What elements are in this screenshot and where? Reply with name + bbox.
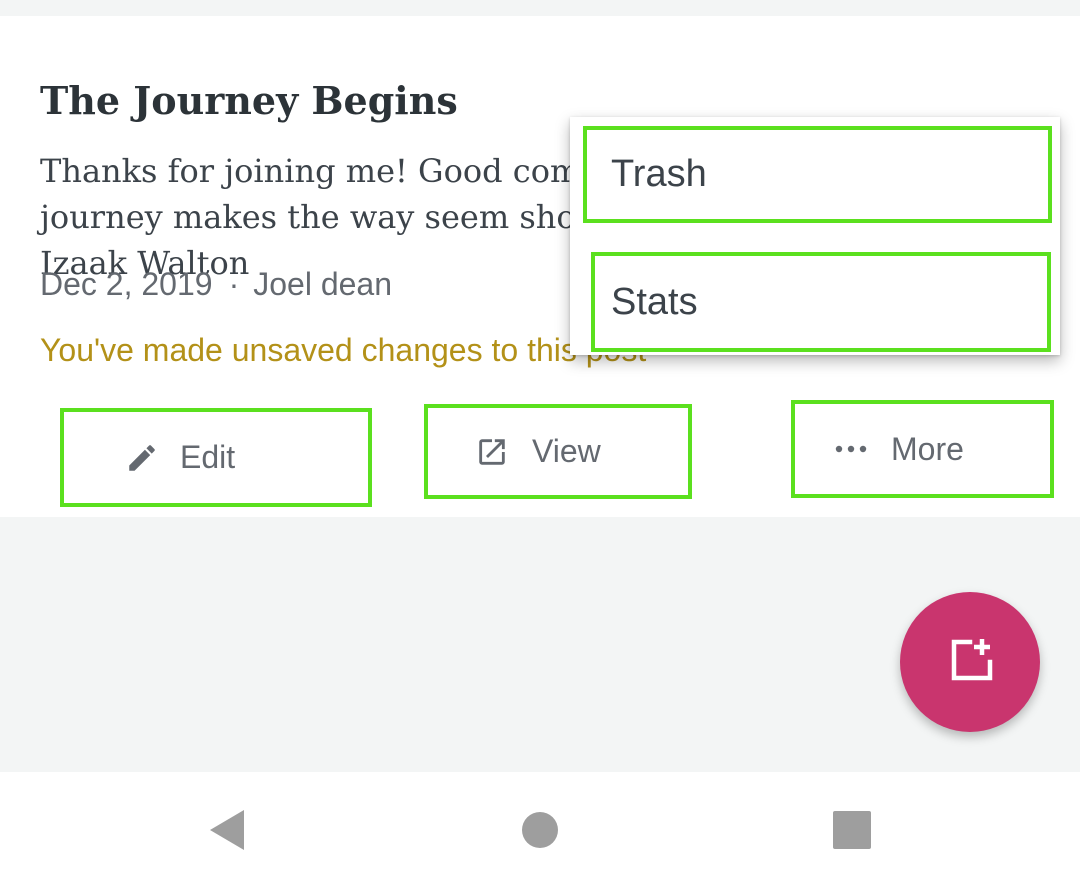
ellipsis-icon xyxy=(833,444,869,454)
more-button-label: More xyxy=(891,430,964,467)
recents-button[interactable] xyxy=(812,792,892,872)
menu-item-stats[interactable]: Stats xyxy=(591,252,1051,352)
pencil-icon xyxy=(124,441,160,475)
edit-button-label: Edit xyxy=(180,439,236,475)
new-post-fab[interactable] xyxy=(900,592,1040,732)
home-circle-icon xyxy=(520,810,560,855)
post-date: Dec 2, 2019 xyxy=(40,266,213,302)
post-meta: Dec 2, 2019 · Joel dean xyxy=(40,264,392,304)
menu-item-trash[interactable]: Trash xyxy=(583,126,1052,223)
recents-square-icon xyxy=(833,810,871,854)
more-options-menu: Trash Stats xyxy=(570,117,1060,355)
home-button[interactable] xyxy=(500,792,580,872)
back-button[interactable] xyxy=(188,792,268,872)
unsaved-changes-notice: You've made unsaved changes to this post xyxy=(40,332,647,368)
new-post-icon xyxy=(946,636,994,689)
view-button[interactable]: View xyxy=(424,404,692,499)
external-link-icon xyxy=(474,435,510,469)
more-button[interactable]: More xyxy=(791,400,1054,498)
system-navigation-bar xyxy=(0,772,1080,892)
view-button-label: View xyxy=(532,433,601,469)
meta-separator: · xyxy=(228,266,240,302)
post-author: Joel dean xyxy=(253,266,392,302)
edit-button[interactable]: Edit xyxy=(60,408,372,507)
post-title: The Journey Begins xyxy=(40,78,458,123)
back-triangle-icon xyxy=(206,808,250,857)
